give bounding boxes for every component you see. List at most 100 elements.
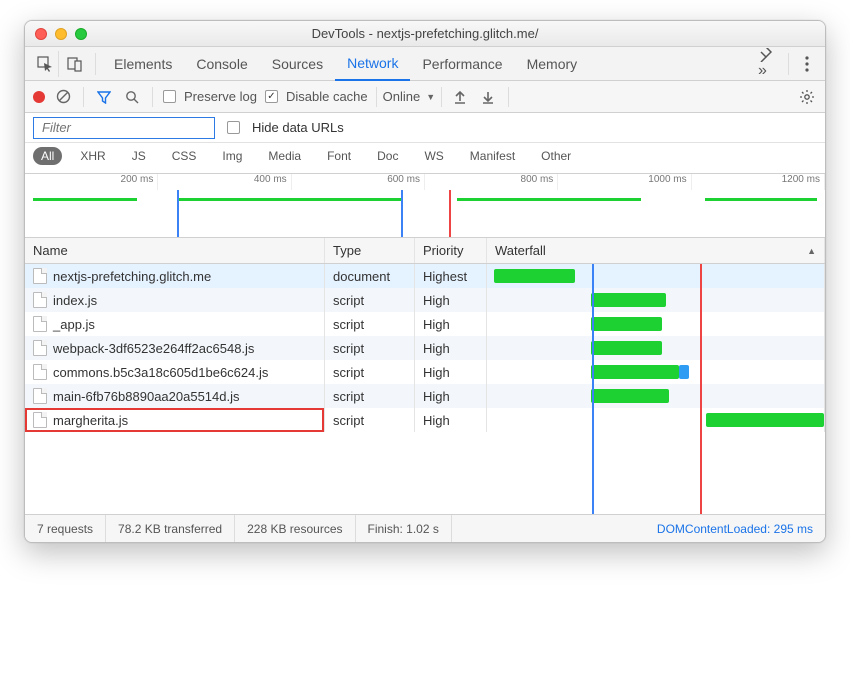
cell-priority: High (415, 288, 487, 312)
type-filter-ws[interactable]: WS (416, 147, 451, 165)
more-tabs-button[interactable]: » (748, 48, 782, 80)
disable-cache-label: Disable cache (286, 89, 368, 104)
status-domcontentloaded: DOMContentLoaded: 295 ms (645, 515, 825, 542)
network-toolbar: Preserve log Disable cache Online ▼ (25, 81, 825, 113)
tab-elements[interactable]: Elements (102, 47, 184, 81)
cell-priority: High (415, 312, 487, 336)
filter-input-wrapper[interactable] (33, 117, 215, 139)
request-name: margherita.js (53, 413, 128, 428)
inspect-element-icon[interactable] (31, 51, 59, 77)
window-title: DevTools - nextjs-prefetching.glitch.me/ (25, 26, 825, 41)
tab-network[interactable]: Network (335, 47, 410, 81)
upload-har-icon[interactable] (450, 87, 470, 107)
cell-waterfall (487, 288, 825, 312)
network-settings-icon[interactable] (797, 87, 817, 107)
tab-console[interactable]: Console (184, 47, 259, 81)
cell-priority: High (415, 408, 487, 432)
column-priority[interactable]: Priority (415, 238, 487, 263)
table-row[interactable]: _app.jsscriptHigh (25, 312, 825, 336)
settings-menu-button[interactable] (795, 56, 819, 72)
column-type[interactable]: Type (325, 238, 415, 263)
type-filter-media[interactable]: Media (260, 147, 309, 165)
waterfall-bar (591, 293, 665, 307)
status-finish: Finish: 1.02 s (356, 515, 452, 542)
column-name[interactable]: Name (25, 238, 325, 263)
tab-performance[interactable]: Performance (410, 47, 514, 81)
type-filter-manifest[interactable]: Manifest (462, 147, 523, 165)
overview-tick: 200 ms (25, 174, 158, 190)
cell-priority: High (415, 384, 487, 408)
table-row[interactable]: webpack-3df6523e264ff2ac6548.jsscriptHig… (25, 336, 825, 360)
cell-waterfall (487, 384, 825, 408)
timeline-overview[interactable]: 200 ms400 ms600 ms800 ms1000 ms1200 ms (25, 174, 825, 238)
cell-priority: High (415, 336, 487, 360)
throttling-select[interactable]: Online ▼ (376, 87, 443, 107)
waterfall-bar (591, 389, 669, 403)
tab-memory[interactable]: Memory (515, 47, 590, 81)
filter-input[interactable] (40, 119, 208, 136)
overview-tick: 1200 ms (692, 174, 825, 190)
request-name: nextjs-prefetching.glitch.me (53, 269, 211, 284)
table-row[interactable]: main-6fb76b8890aa20a5514d.jsscriptHigh (25, 384, 825, 408)
cell-type: script (325, 408, 415, 432)
cell-name: commons.b5c3a18c605d1be6c624.js (25, 360, 325, 384)
waterfall-bar (706, 413, 824, 427)
status-requests: 7 requests (25, 515, 106, 542)
cell-type: document (325, 264, 415, 288)
cell-type: script (325, 360, 415, 384)
titlebar: DevTools - nextjs-prefetching.glitch.me/ (25, 21, 825, 47)
filter-icon[interactable] (94, 87, 114, 107)
column-waterfall[interactable]: Waterfall ▲ (487, 238, 825, 263)
cell-waterfall (487, 360, 825, 384)
type-filter-js[interactable]: JS (124, 147, 154, 165)
cell-priority: Highest (415, 264, 487, 288)
overview-tick: 1000 ms (558, 174, 691, 190)
status-resources: 228 KB resources (235, 515, 355, 542)
panel-tabs: ElementsConsoleSourcesNetworkPerformance… (25, 47, 825, 81)
preserve-log-checkbox[interactable] (163, 90, 176, 103)
type-filter-xhr[interactable]: XHR (72, 147, 113, 165)
record-button[interactable] (33, 91, 45, 103)
chevron-down-icon: ▼ (426, 92, 435, 102)
cell-waterfall (487, 264, 825, 288)
file-icon (33, 388, 47, 404)
type-filter-other[interactable]: Other (533, 147, 579, 165)
waterfall-bar (591, 365, 679, 379)
cell-name: webpack-3df6523e264ff2ac6548.js (25, 336, 325, 360)
file-icon (33, 316, 47, 332)
type-filter-row: All XHR JS CSS Img Media Font Doc WS Manifest Othe… (25, 143, 825, 174)
file-icon (33, 364, 47, 380)
device-toolbar-icon[interactable] (61, 51, 89, 77)
request-name: commons.b5c3a18c605d1be6c624.js (53, 365, 268, 380)
file-icon (33, 292, 47, 308)
cell-name: _app.js (25, 312, 325, 336)
table-header: Name Type Priority Waterfall ▲ (25, 238, 825, 264)
table-row[interactable]: nextjs-prefetching.glitch.me documentHigh… (25, 264, 825, 288)
hide-data-urls-label: Hide data URLs (252, 120, 344, 135)
cell-name: main-6fb76b8890aa20a5514d.js (25, 384, 325, 408)
table-row[interactable]: index.js scriptHigh (25, 288, 825, 312)
hide-data-urls-checkbox[interactable] (227, 121, 240, 134)
clear-button[interactable] (53, 87, 73, 107)
type-filter-font[interactable]: Font (319, 147, 359, 165)
cell-name: margherita.js (25, 408, 325, 432)
waterfall-bar (494, 269, 575, 283)
table-row[interactable]: commons.b5c3a18c605d1be6c624.jsscriptHig… (25, 360, 825, 384)
search-icon[interactable] (122, 87, 142, 107)
table-row[interactable]: margherita.js scriptHigh (25, 408, 825, 432)
type-filter-img[interactable]: Img (214, 147, 250, 165)
type-filter-css[interactable]: CSS (164, 147, 205, 165)
type-filter-doc[interactable]: Doc (369, 147, 406, 165)
file-icon (33, 268, 47, 284)
request-name: index.js (53, 293, 97, 308)
request-name: webpack-3df6523e264ff2ac6548.js (53, 341, 254, 356)
cell-type: script (325, 288, 415, 312)
status-bar: 7 requests 78.2 KB transferred 228 KB re… (25, 514, 825, 542)
type-filter-all[interactable]: All (33, 147, 62, 165)
throttling-value: Online (383, 89, 421, 104)
overview-tick: 600 ms (292, 174, 425, 190)
cell-waterfall (487, 336, 825, 360)
download-har-icon[interactable] (478, 87, 498, 107)
tab-sources[interactable]: Sources (260, 47, 335, 81)
disable-cache-checkbox[interactable] (265, 90, 278, 103)
